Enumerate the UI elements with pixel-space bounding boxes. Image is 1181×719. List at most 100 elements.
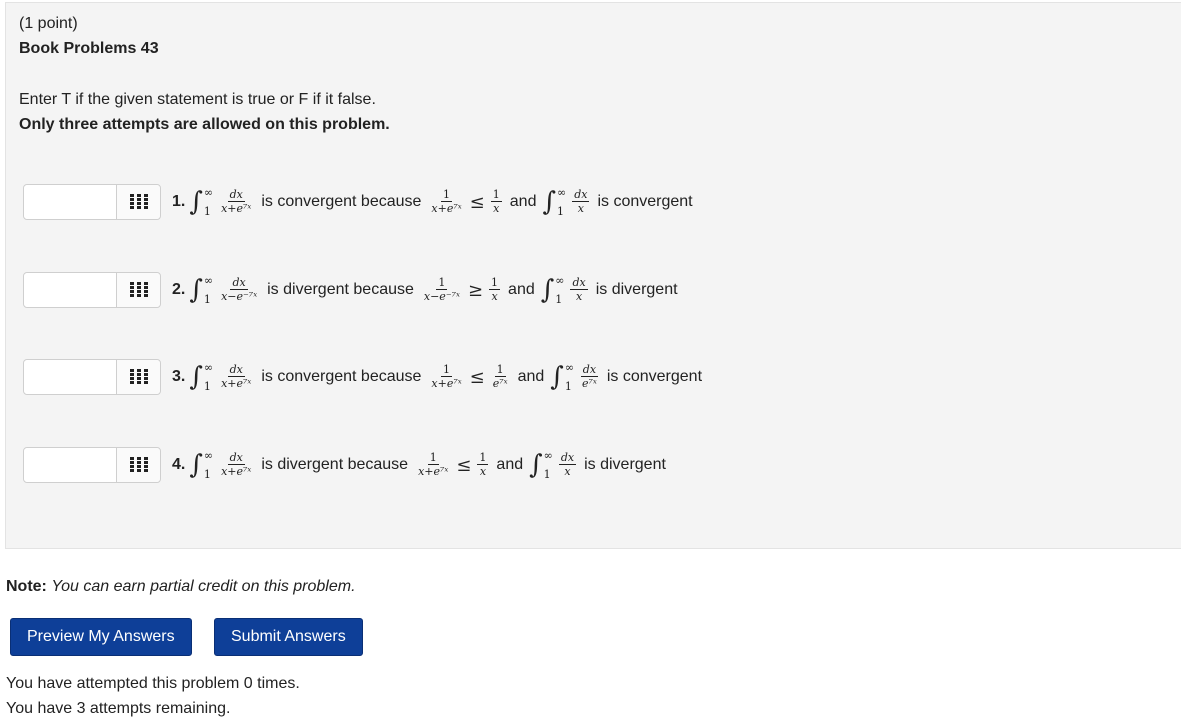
comparison-denominator: x+e⁷ˣ [431,202,462,215]
upper-limit: ∞ [203,274,214,287]
integral-sign: ∫ [189,450,203,480]
reason-text: is divergent because [267,281,414,298]
relation-symbol: ≤ [456,454,472,476]
integral-limits: ∞ 1 [204,274,213,306]
bound-fraction: 1 x [489,276,501,304]
integrand-numerator: dx [227,451,245,465]
integral-limits: ∞ 1 [204,186,213,218]
second-integral: ∫ ∞ 1 [542,186,566,218]
bound-fraction: 1 e⁷ˣ [491,363,510,391]
conclusion-text: is convergent [606,368,703,385]
and-text: and [509,193,537,210]
upper-limit: ∞ [555,274,565,287]
integral-limits: ∞ 1 [204,361,213,393]
upper-limit: ∞ [564,361,575,374]
lower-limit: 1 [555,293,563,306]
second-integrand-denominator: x [575,290,583,303]
integrand-fraction: dx x+e⁷ˣ [219,363,253,391]
note-label: Note: [6,578,47,595]
upper-limit: ∞ [543,449,553,462]
comparison-numerator: 1 [436,276,448,290]
second-integrand-numerator: dx [570,276,588,290]
answer-box [23,447,161,483]
upper-limit: ∞ [203,186,214,199]
submit-answers-button[interactable]: Submit Answers [214,618,363,656]
reason-text: is divergent because [261,456,409,473]
bound-numerator: 1 [490,188,502,202]
comparison-denominator: x−e⁻⁷ˣ [423,290,460,303]
comparison-fraction: 1 x+e⁷ˣ [429,188,463,216]
integral-limits: ∞ 1 [544,449,553,481]
integral-sign: ∫ [189,362,203,392]
integrand-numerator: dx [227,188,245,202]
second-integrand-denominator: e⁷ˣ [582,377,597,390]
second-integrand-numerator: dx [558,451,577,465]
statement-row: 2. ∫ ∞ 1 dx x−e⁻⁷ˣ is divergent because … [23,271,684,309]
integral-sign: ∫ [542,187,557,217]
integral-limits: ∞ 1 [565,361,574,393]
lower-limit: 1 [564,380,572,393]
statement-number: 4. [172,456,186,473]
conclusion-text: is divergent [584,456,666,473]
answer-box [23,359,161,395]
reason-text: is convergent because [261,193,422,210]
integrand-fraction: dx x−e⁻⁷ˣ [219,276,259,304]
reason-text: is convergent because [261,368,422,385]
upper-limit: ∞ [203,361,214,374]
integrand-denominator: x+e⁷ˣ [221,202,252,215]
comparison-fraction: 1 x+e⁷ˣ [429,363,463,391]
comparison-numerator: 1 [427,451,439,465]
answer-input[interactable] [24,448,116,482]
integral-expression: ∫ ∞ 1 [189,361,213,393]
grid-icon[interactable] [116,273,160,307]
answer-input[interactable] [24,273,116,307]
integral-sign: ∫ [189,187,203,217]
answer-input[interactable] [24,185,116,219]
grid-icon[interactable] [116,360,160,394]
second-integral: ∫ ∞ 1 [541,274,565,306]
upper-limit: ∞ [557,186,567,199]
answer-box [23,272,161,308]
problem-title: Book Problems 43 [19,40,159,57]
bound-denominator: x [493,202,500,215]
integral-expression: ∫ ∞ 1 [189,449,213,481]
grid-icon[interactable] [116,185,160,219]
second-integrand-fraction: dx x [558,451,577,479]
conclusion-text: is convergent [597,193,693,210]
relation-symbol: ≤ [469,366,485,388]
attempted-status: You have attempted this problem 0 times. [6,675,300,692]
integrand-denominator: x+e⁷ˣ [221,465,252,478]
integral-sign: ∫ [189,275,203,305]
grid-icon[interactable] [116,448,160,482]
conclusion-text: is divergent [595,281,678,298]
problem-instruction: Enter T if the given statement is true o… [19,91,376,108]
bound-fraction: 1 x [477,451,489,479]
second-integrand-fraction: dx x [570,276,588,304]
integrand-fraction: dx x+e⁷ˣ [219,451,253,479]
bound-numerator: 1 [489,276,501,290]
and-text: and [508,281,535,298]
statement-row: 1. ∫ ∞ 1 dx x+e⁷ˣ is convergent because … [23,183,699,221]
statement-number: 2. [172,281,186,298]
second-integrand-numerator: dx [572,188,590,202]
comparison-numerator: 1 [441,188,453,202]
comparison-numerator: 1 [441,363,453,377]
integral-limits: ∞ 1 [204,449,213,481]
lower-limit: 1 [203,380,211,393]
comparison-fraction: 1 x−e⁻⁷ˣ [422,276,462,304]
comparison-denominator: x+e⁷ˣ [431,377,462,390]
statement-row: 4. ∫ ∞ 1 dx x+e⁷ˣ is divergent because 1… [23,446,672,484]
comparison-denominator: x+e⁷ˣ [418,465,449,478]
integral-expression: ∫ ∞ 1 [189,274,213,306]
integrand-denominator: x+e⁷ˣ [221,377,252,390]
integral-limits: ∞ 1 [557,186,566,218]
problem-points: (1 point) [19,15,78,32]
answer-input[interactable] [24,360,116,394]
second-integrand-numerator: dx [580,363,599,377]
second-integrand-fraction: dx e⁷ˣ [580,363,599,391]
statement-number: 1. [172,193,186,210]
bound-denominator: x [491,290,498,303]
preview-answers-button[interactable]: Preview My Answers [10,618,192,656]
second-integral: ∫ ∞ 1 [550,361,574,393]
lower-limit: 1 [557,205,565,218]
